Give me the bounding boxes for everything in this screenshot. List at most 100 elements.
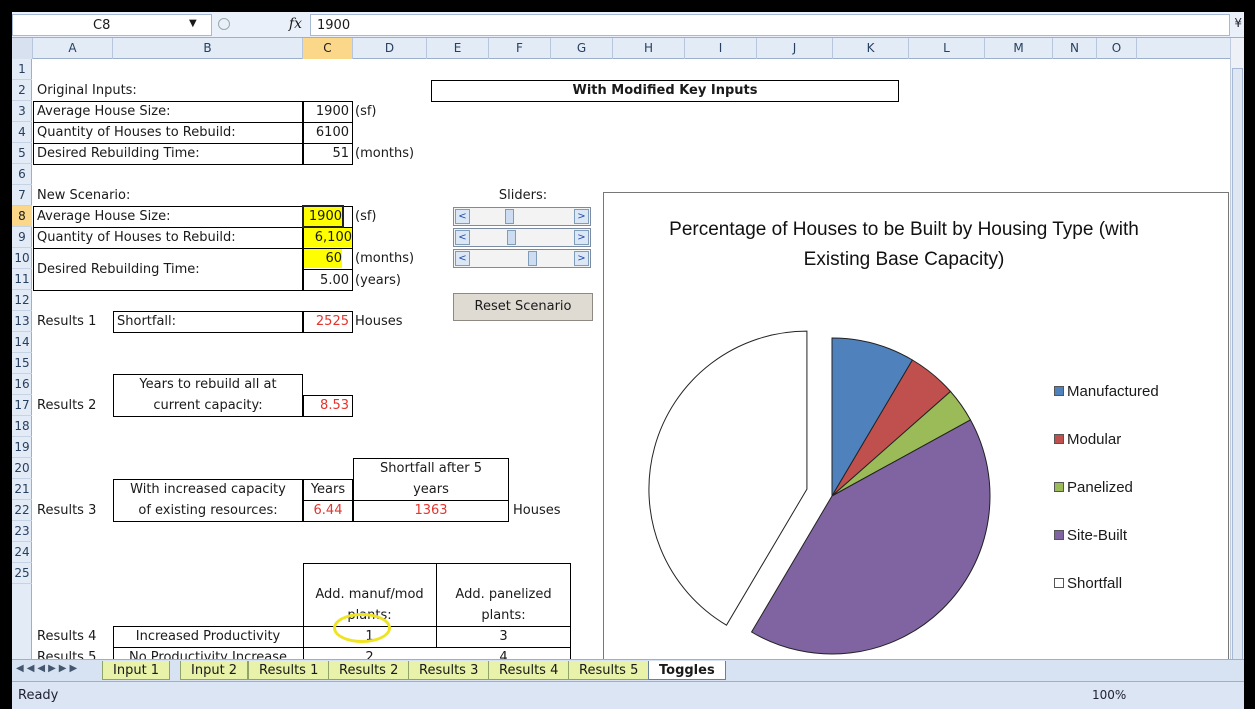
tab-toggles[interactable]: Toggles — [648, 661, 726, 680]
row-header[interactable]: 24 — [12, 542, 32, 563]
row-header[interactable]: 19 — [12, 437, 32, 458]
tab-results-1[interactable]: Results 1 — [248, 661, 330, 680]
new-qty-label: Quantity of Houses to Rebuild: — [37, 230, 236, 245]
row-header[interactable]: 16 — [12, 374, 32, 395]
column-header[interactable]: G — [551, 38, 613, 59]
add-panel-line1: Add. panelized — [455, 587, 552, 602]
increased-cap-line2: of existing resources: — [138, 503, 278, 518]
column-header[interactable]: E — [427, 38, 489, 59]
orig-size-value[interactable]: 1900 — [303, 101, 349, 122]
row-header[interactable]: 22 — [12, 500, 32, 521]
column-header[interactable]: D — [353, 38, 427, 59]
row-header[interactable]: 4 — [12, 122, 32, 143]
size-slider[interactable]: < > — [453, 207, 591, 226]
row-header[interactable]: 7 — [12, 185, 32, 206]
legend-swatch — [1054, 434, 1064, 444]
column-header[interactable]: C — [303, 38, 353, 59]
shortfall-label: Shortfall: — [117, 314, 177, 329]
row-header[interactable]: 23 — [12, 521, 32, 542]
expand-formula-icon[interactable]: ¥ — [1234, 16, 1242, 30]
row-header[interactable]: 13 — [12, 311, 32, 332]
row-header[interactable]: 6 — [12, 164, 32, 185]
row-header[interactable]: 25 — [12, 563, 32, 584]
vertical-scrollbar[interactable] — [1230, 38, 1244, 668]
excel-window: C8 ▼ fx 1900 ¥ ABCDEFGHIJKLMNO 123456789… — [12, 12, 1244, 709]
select-all-corner[interactable] — [12, 38, 33, 59]
tab-input-1[interactable]: Input 1 — [102, 661, 171, 680]
slider-thumb[interactable] — [504, 209, 514, 224]
column-header[interactable]: M — [985, 38, 1053, 59]
new-size-value[interactable]: 1900 — [302, 205, 344, 228]
column-header[interactable]: L — [909, 38, 985, 59]
tab-results-5[interactable]: Results 5 — [568, 661, 650, 680]
arrow-right-icon[interactable]: > — [574, 230, 589, 245]
row-header[interactable]: 12 — [12, 290, 32, 311]
increased-cap-line1: With increased capacity — [130, 482, 286, 497]
row-header[interactable]: 9 — [12, 227, 32, 248]
column-header[interactable]: J — [757, 38, 833, 59]
tab-results-3[interactable]: Results 3 — [408, 661, 490, 680]
arrow-right-icon[interactable]: > — [574, 209, 589, 224]
tab-input-2[interactable]: Input 2 — [180, 661, 249, 680]
arrow-left-icon[interactable]: < — [455, 230, 470, 245]
column-header[interactable]: N — [1053, 38, 1097, 59]
tab-results-4[interactable]: Results 4 — [488, 661, 570, 680]
orig-qty-value[interactable]: 6100 — [303, 122, 349, 143]
cancel-icon[interactable] — [218, 18, 230, 30]
column-header[interactable]: O — [1097, 38, 1137, 59]
arrow-left-icon[interactable]: < — [455, 209, 470, 224]
row-header[interactable]: 2 — [12, 80, 32, 101]
time-slider[interactable]: < > — [453, 249, 591, 268]
qty-label: Quantity of Houses to Rebuild: — [37, 125, 236, 140]
column-header[interactable]: F — [489, 38, 551, 59]
sliders-label: Sliders: — [498, 188, 548, 203]
column-header[interactable]: H — [613, 38, 685, 59]
arrow-left-icon[interactable]: < — [455, 251, 470, 266]
function-icon[interactable]: fx — [289, 16, 302, 32]
legend-label: Shortfall — [1067, 575, 1123, 592]
row-header[interactable]: 10 — [12, 248, 32, 269]
tab-results-2[interactable]: Results 2 — [328, 661, 410, 680]
row-header[interactable]: 15 — [12, 353, 32, 374]
column-header[interactable]: A — [33, 38, 113, 59]
legend-label: Panelized — [1067, 479, 1133, 496]
row-header[interactable]: 20 — [12, 458, 32, 479]
row-header[interactable]: 21 — [12, 479, 32, 500]
row-header[interactable]: 17 — [12, 395, 32, 416]
slider-thumb[interactable] — [527, 251, 537, 266]
legend-item: Site-Built — [1054, 527, 1127, 544]
unit-sf: (sf) — [355, 209, 377, 224]
orig-time-value[interactable]: 51 — [303, 143, 349, 164]
row-header[interactable]: 5 — [12, 143, 32, 164]
slider-thumb[interactable] — [507, 230, 517, 245]
row-header[interactable]: 11 — [12, 269, 32, 290]
arrow-right-icon[interactable]: > — [574, 251, 589, 266]
reset-scenario-button[interactable]: Reset Scenario — [453, 293, 593, 321]
houses-label: Houses — [355, 314, 403, 329]
new-qty-value[interactable]: 6,100 — [304, 228, 352, 247]
row-header[interactable]: 14 — [12, 332, 32, 353]
formula-input[interactable]: 1900 — [310, 14, 1230, 36]
tab-nav-icons[interactable]: ◀◀◀▶▶▶ — [16, 663, 80, 674]
zoom-level[interactable]: 100% — [1092, 688, 1126, 702]
formula-bar: C8 ▼ fx 1900 ¥ — [12, 12, 1244, 38]
shortfall-value: 2525 — [315, 314, 349, 329]
chevron-down-icon[interactable]: ▼ — [189, 18, 197, 29]
worksheet-grid[interactable]: Original Inputs: With Modified Key Input… — [33, 59, 1230, 676]
scroll-thumb[interactable] — [1232, 68, 1243, 668]
column-header[interactable]: B — [113, 38, 303, 59]
row-header[interactable]: 1 — [12, 59, 32, 80]
results3-label: Results 3 — [37, 503, 97, 518]
row-header[interactable]: 3 — [12, 101, 32, 122]
row-header[interactable]: 18 — [12, 416, 32, 437]
shortfall-after-line2: years — [413, 482, 449, 497]
column-header[interactable]: K — [833, 38, 909, 59]
column-header[interactable]: I — [685, 38, 757, 59]
pie-chart[interactable]: Percentage of Houses to be Built by Hous… — [603, 192, 1229, 676]
legend-item: Panelized — [1054, 479, 1133, 496]
new-time-months-value[interactable]: 60 — [304, 249, 342, 268]
quantity-slider[interactable]: < > — [453, 228, 591, 247]
row-header[interactable]: 8 — [12, 206, 32, 227]
name-box[interactable]: C8 ▼ — [12, 14, 212, 36]
name-box-value: C8 — [93, 18, 111, 33]
